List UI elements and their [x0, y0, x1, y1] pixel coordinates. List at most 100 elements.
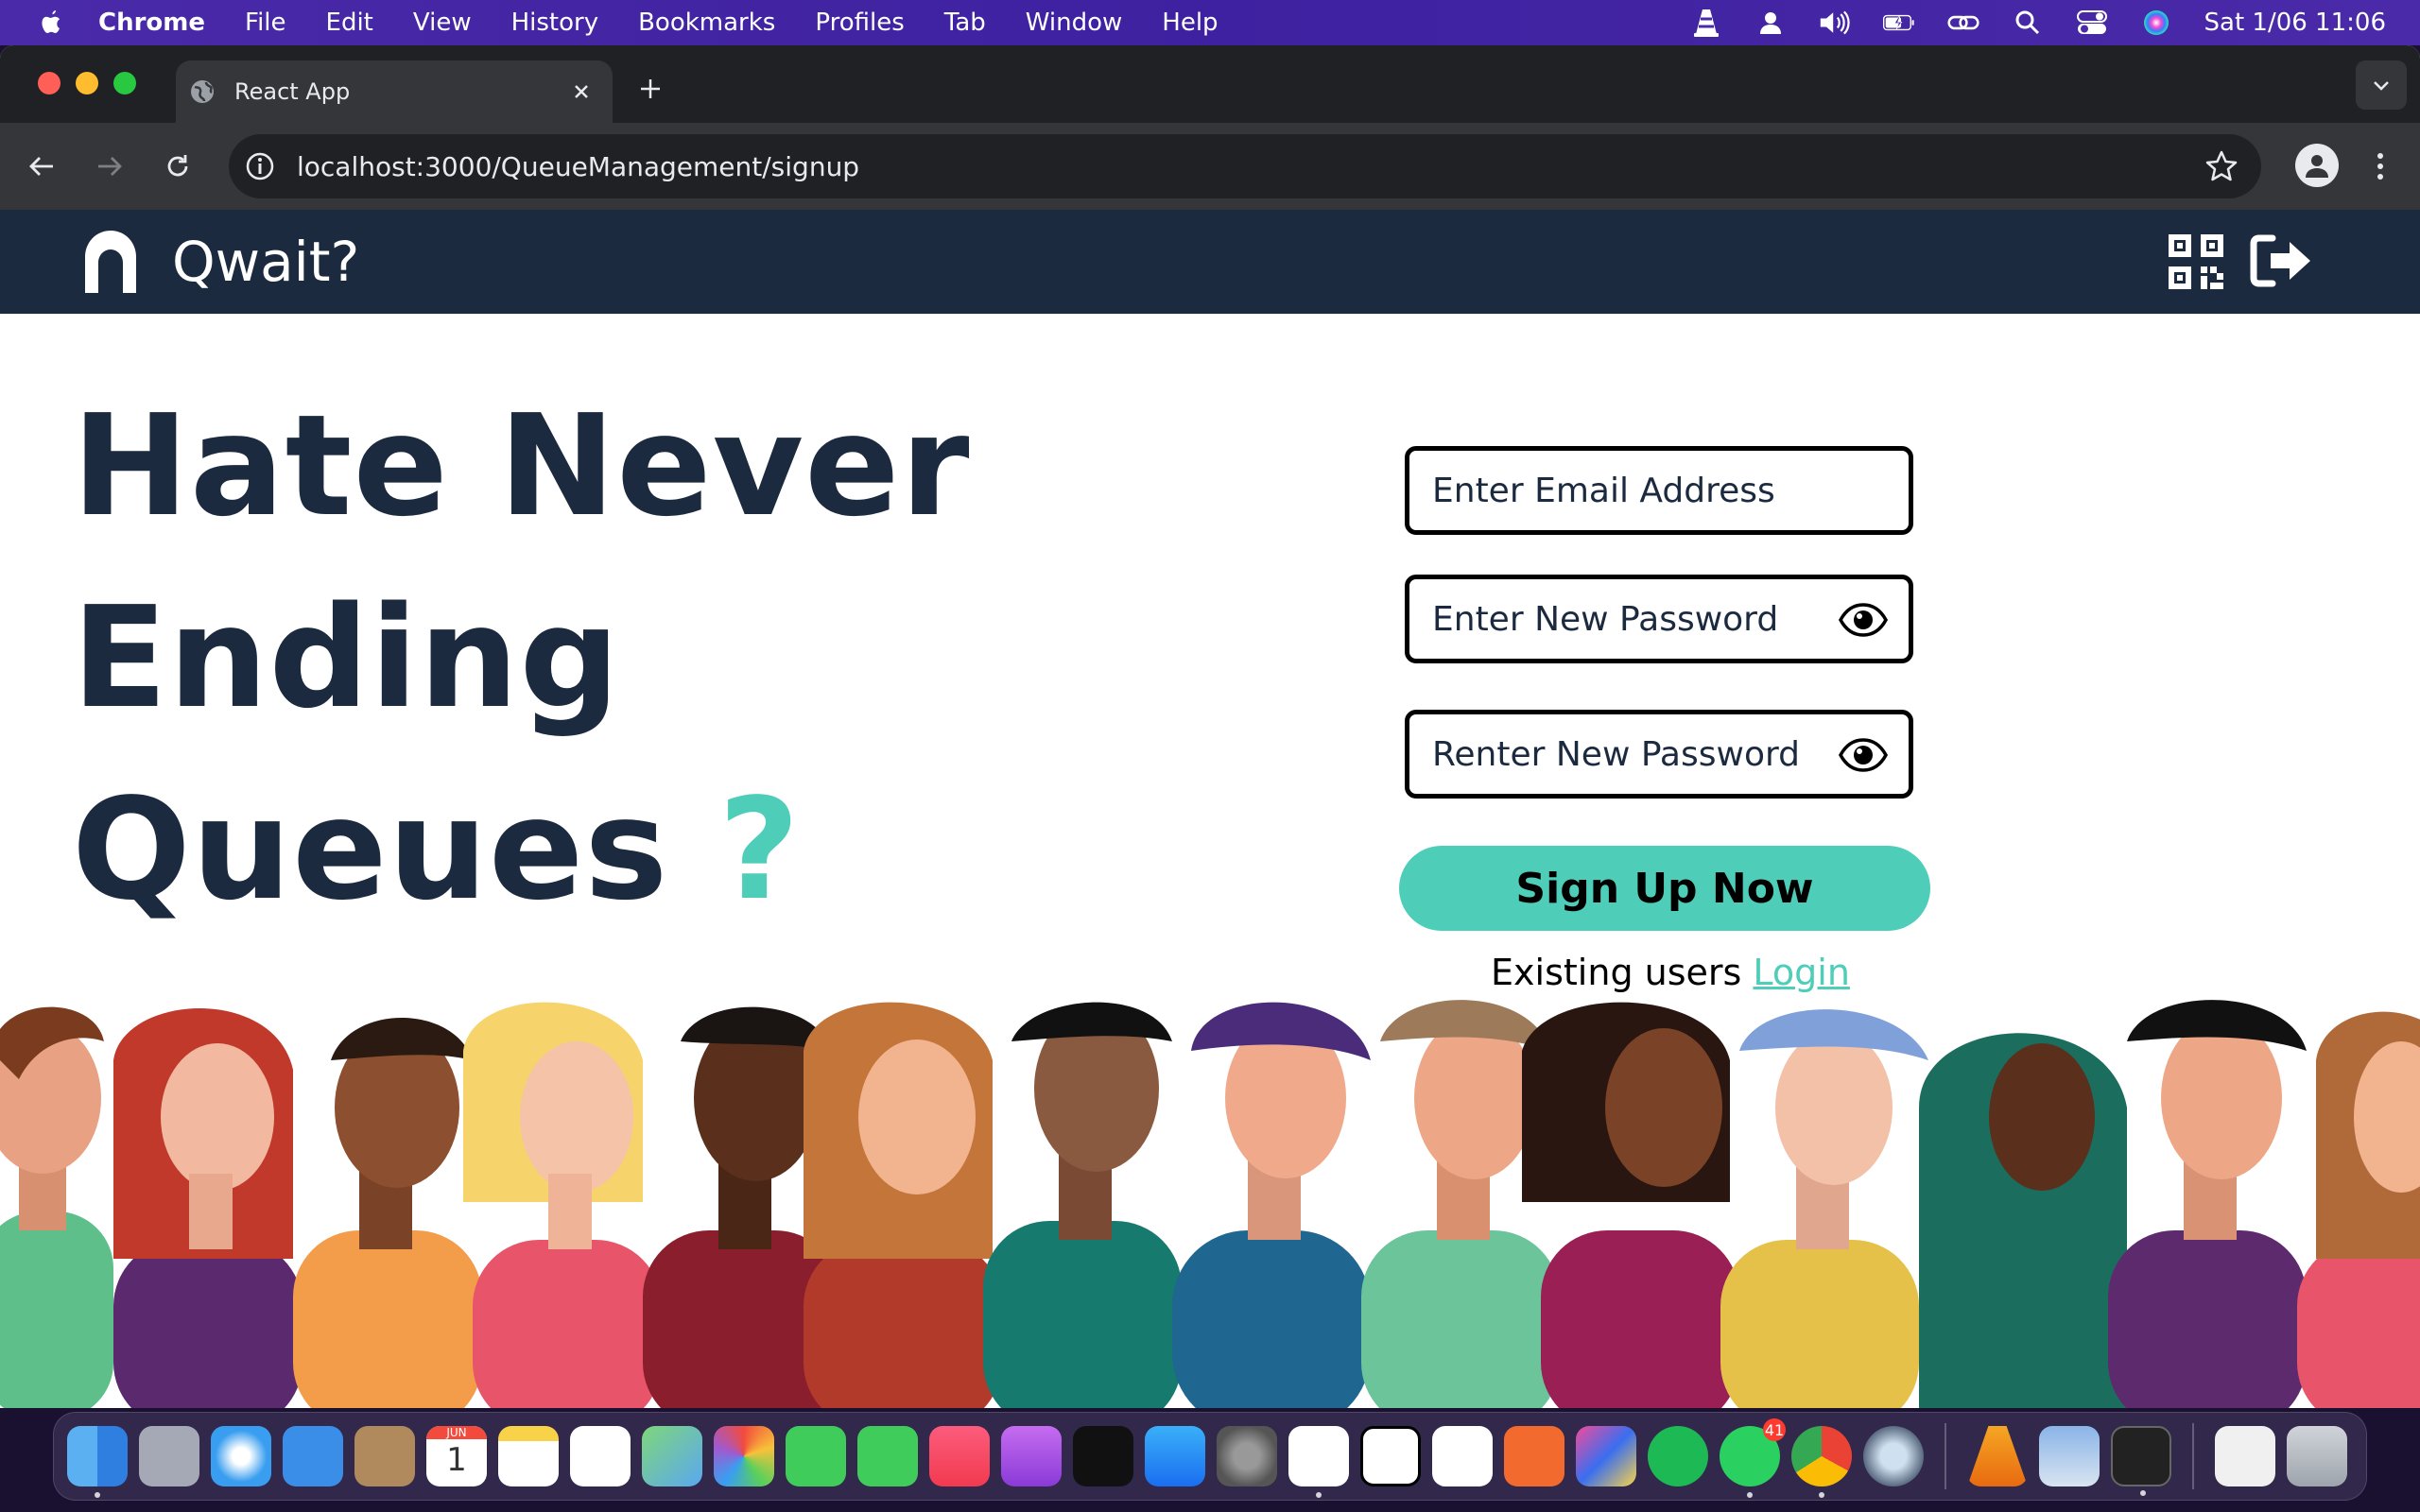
app-navbar: Qwait? — [0, 210, 2420, 314]
tab-strip: React App — [0, 45, 2420, 123]
new-password-field[interactable] — [1405, 575, 1913, 663]
dock-mail-icon[interactable] — [283, 1426, 343, 1486]
person-8 — [1172, 1002, 1371, 1408]
hero-line-3: Queues ? — [72, 754, 970, 946]
person-11 — [1720, 1009, 1928, 1408]
dock-calendar31-icon[interactable] — [1432, 1426, 1493, 1486]
dock-safari-icon[interactable] — [211, 1426, 271, 1486]
dock-tv-icon[interactable] — [1073, 1426, 1133, 1486]
site-info-icon[interactable] — [244, 150, 276, 182]
logout-icon[interactable] — [2250, 234, 2312, 287]
hero-line-2: Ending — [72, 576, 621, 739]
person-10 — [1522, 1002, 1739, 1408]
minimize-window-button[interactable] — [76, 72, 98, 94]
qr-code-icon[interactable] — [2169, 234, 2223, 289]
tab-title: React App — [234, 78, 351, 105]
menu-file[interactable]: File — [245, 9, 286, 37]
globe-icon — [191, 80, 214, 103]
dock-facetime-icon[interactable] — [857, 1426, 918, 1486]
menu-bookmarks[interactable]: Bookmarks — [638, 9, 775, 37]
dock-intellij-icon[interactable] — [1576, 1426, 1636, 1486]
dock-terminal-icon[interactable] — [2111, 1426, 2171, 1496]
confirm-password-input[interactable] — [1409, 734, 1825, 774]
dock-maps-icon[interactable] — [642, 1426, 702, 1486]
menu-view[interactable]: View — [413, 9, 472, 37]
dock-spotify-icon[interactable] — [1648, 1426, 1708, 1486]
volume-icon[interactable] — [1819, 9, 1851, 37]
siri-icon[interactable] — [2140, 9, 2172, 37]
hero-heading: Hate Never Ending Queues ? — [72, 370, 970, 946]
show-password-eye-icon[interactable] — [1839, 602, 1888, 638]
close-window-button[interactable] — [38, 72, 60, 94]
dock-reminders-icon[interactable] — [570, 1426, 631, 1486]
person-4 — [463, 1002, 662, 1408]
dock-calendar-icon[interactable]: JUN 1 — [426, 1426, 487, 1486]
forward-arrow-icon[interactable] — [91, 147, 129, 185]
link-icon[interactable] — [1946, 9, 1979, 37]
menu-edit[interactable]: Edit — [326, 9, 373, 37]
menu-clock[interactable]: Sat 1/06 11:06 — [2204, 9, 2386, 37]
menu-tab[interactable]: Tab — [944, 9, 986, 37]
dock-launchpad-icon[interactable] — [139, 1426, 199, 1486]
new-password-input[interactable] — [1409, 599, 1825, 639]
dock-vlc-icon[interactable] — [1967, 1426, 2028, 1486]
dock-quicktime-icon[interactable] — [1863, 1426, 1924, 1486]
tab-search-chevron-icon[interactable] — [2356, 60, 2407, 110]
profile-avatar-icon[interactable] — [2295, 144, 2339, 187]
dock-postman-icon[interactable] — [1504, 1426, 1564, 1486]
menu-app-name[interactable]: Chrome — [98, 9, 205, 37]
confirm-password-field[interactable] — [1405, 710, 1913, 799]
search-icon[interactable] — [2012, 9, 2044, 37]
new-tab-icon[interactable] — [631, 70, 669, 108]
hero-question-mark: ? — [717, 768, 801, 931]
zoom-window-button[interactable] — [113, 72, 136, 94]
existing-users-prompt: Existing users Login — [1405, 952, 1936, 993]
dock-podcasts-icon[interactable] — [1001, 1426, 1062, 1486]
whatsapp-notification-badge: 41 — [1763, 1418, 1786, 1441]
dock-system-settings-icon[interactable] — [1217, 1426, 1277, 1486]
close-tab-icon[interactable] — [567, 77, 596, 106]
email-input[interactable] — [1409, 471, 1825, 510]
url-text[interactable]: localhost:3000/QueueManagement/signup — [297, 151, 859, 182]
email-field[interactable] — [1405, 446, 1913, 535]
menu-profiles[interactable]: Profiles — [815, 9, 904, 37]
dock-vscode-icon[interactable] — [1288, 1426, 1349, 1498]
existing-users-text: Existing users — [1491, 952, 1742, 993]
dock-documents-icon[interactable] — [2215, 1426, 2275, 1486]
sign-up-button[interactable]: Sign Up Now — [1399, 846, 1930, 931]
browser-menu-icon[interactable] — [2361, 147, 2399, 185]
menu-history[interactable]: History — [511, 9, 599, 37]
dock-chrome-icon[interactable] — [1791, 1426, 1852, 1498]
app-brand-name[interactable]: Qwait? — [172, 230, 359, 294]
bookmark-star-icon[interactable] — [2204, 149, 2238, 183]
dock-app-store-icon[interactable] — [1145, 1426, 1205, 1486]
battery-icon[interactable] — [1882, 9, 1915, 37]
browser-window: React App localhost:3000/QueueManagement… — [0, 45, 2420, 1408]
user-icon[interactable] — [1754, 9, 1787, 37]
reload-icon[interactable] — [159, 147, 197, 185]
dock-contacts-icon[interactable] — [354, 1426, 415, 1486]
qwait-logo-icon[interactable] — [81, 229, 140, 295]
control-center-icon[interactable] — [2076, 9, 2108, 37]
dock-notes-icon[interactable] — [498, 1426, 559, 1486]
dock-messages-icon[interactable] — [786, 1426, 846, 1486]
menu-window[interactable]: Window — [1026, 9, 1123, 37]
dock-music-icon[interactable] — [929, 1426, 990, 1486]
apple-menu-icon[interactable] — [38, 9, 64, 37]
login-link[interactable]: Login — [1753, 952, 1850, 993]
dock-finder-icon[interactable] — [67, 1426, 128, 1498]
person-13 — [2108, 1000, 2307, 1408]
dock-trash-icon[interactable] — [2287, 1426, 2347, 1486]
back-arrow-icon[interactable] — [23, 147, 60, 185]
dock-notion-icon[interactable] — [1360, 1426, 1421, 1486]
dock-photos-icon[interactable] — [714, 1426, 774, 1486]
calendar-day-label: 1 — [446, 1441, 467, 1479]
show-confirm-password-eye-icon[interactable] — [1839, 737, 1888, 773]
dock-preview-icon[interactable] — [2039, 1426, 2100, 1486]
dock-whatsapp-icon[interactable]: 41 — [1720, 1418, 1786, 1498]
dock-separator — [1945, 1423, 1946, 1489]
address-bar[interactable]: localhost:3000/QueueManagement/signup — [229, 134, 2261, 198]
menu-help[interactable]: Help — [1162, 9, 1218, 37]
browser-tab-active[interactable]: React App — [176, 60, 613, 123]
vlc-icon[interactable] — [1690, 9, 1722, 37]
